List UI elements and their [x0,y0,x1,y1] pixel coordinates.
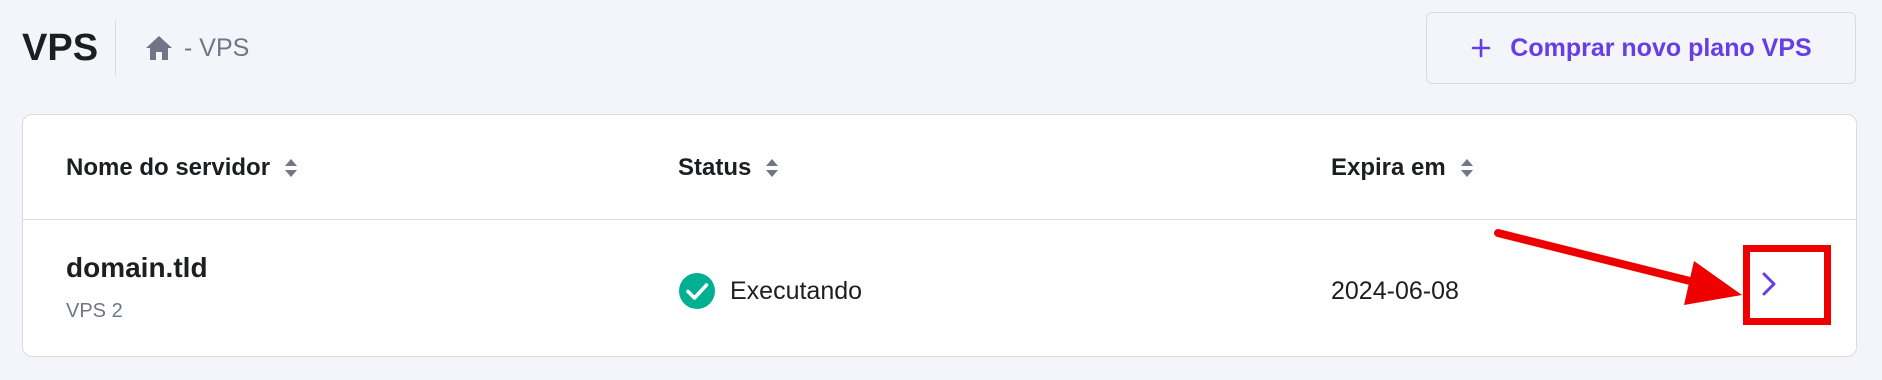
breadcrumb-current: - VPS [184,33,250,62]
check-circle-icon [678,272,716,310]
home-icon[interactable] [144,33,174,63]
status-text: Executando [730,276,863,305]
buy-button-label: Comprar novo plano VPS [1510,33,1812,62]
plus-icon [1470,37,1492,59]
table-header: Nome do servidor Status Expira em [23,115,1856,220]
column-header-expires[interactable]: Expira em [1331,153,1474,183]
column-header-label: Expira em [1331,154,1446,181]
annotation-highlight-box [1743,245,1831,325]
status-cell: Executando [678,272,862,310]
expires-date: 2024-06-08 [1331,277,1459,305]
sort-icon [284,157,298,179]
column-header-server-name[interactable]: Nome do servidor [66,153,298,183]
breadcrumb: - VPS [144,30,249,66]
title-divider [115,20,116,76]
column-header-label: Nome do servidor [66,154,271,181]
sort-icon [1460,157,1474,179]
annotation-arrow [1494,229,1742,305]
buy-new-vps-plan-button[interactable]: Comprar novo plano VPS [1426,12,1856,84]
server-name: domain.tld [66,252,208,283]
page-header: VPS - VPS Comprar novo plano VPS [0,0,1882,110]
server-plan: VPS 2 [66,300,123,322]
column-header-status[interactable]: Status [678,153,779,183]
column-header-label: Status [678,154,752,181]
sort-icon [765,157,779,179]
page-title: VPS [22,27,99,69]
